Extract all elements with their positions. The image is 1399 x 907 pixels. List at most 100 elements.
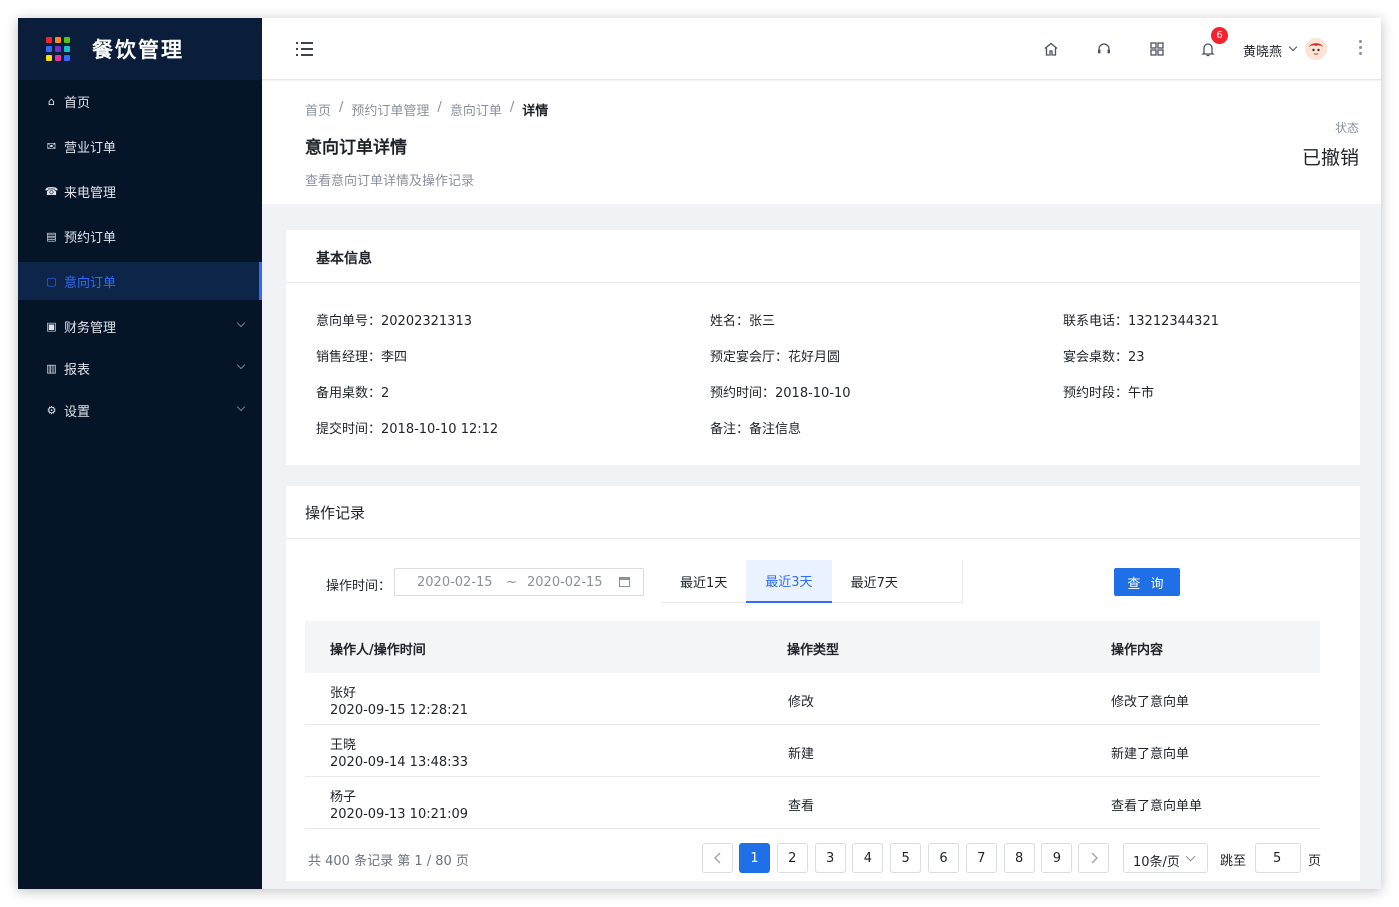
info-field: 提交时间：2018-10-10 12:12 xyxy=(316,418,498,437)
avatar[interactable] xyxy=(1305,38,1327,60)
jump-label: 跳至 xyxy=(1220,854,1247,869)
info-field-value: 2018-10-10 xyxy=(775,386,851,401)
headset-icon[interactable] xyxy=(1095,40,1113,58)
info-field-value: 张三 xyxy=(749,314,776,329)
info-field-label: 预定宴会厅： xyxy=(710,350,789,365)
menu-icon[interactable] xyxy=(296,42,313,56)
operation-time: 2020-09-13 10:21:09 xyxy=(330,807,469,822)
prev-page-button[interactable] xyxy=(702,843,733,873)
finance-icon: ▣ xyxy=(46,319,57,333)
gear-icon: ⚙ xyxy=(46,403,57,417)
tab-range-0[interactable]: 最近1天 xyxy=(661,560,746,603)
info-field: 姓名：张三 xyxy=(710,310,775,329)
chevron-down-icon xyxy=(236,402,246,412)
table-row[interactable]: 王晓 2020-09-14 13:48:33 新建 新建了意向单 xyxy=(305,725,1320,777)
table-row[interactable]: 杨子 2020-09-13 10:21:09 查看 查看了意向单单 xyxy=(305,777,1320,829)
app-logo-icon xyxy=(46,37,70,61)
chevron-down-icon xyxy=(1185,851,1196,862)
user-name[interactable]: 黄晓燕 xyxy=(1243,41,1282,60)
info-field: 宴会桌数：23 xyxy=(1063,346,1145,365)
sidebar-item-3[interactable]: ▤ 预约订单 xyxy=(18,217,262,255)
page-button[interactable]: 3 xyxy=(814,843,846,873)
home-icon[interactable] xyxy=(1042,40,1060,58)
page-button[interactable]: 8 xyxy=(1003,843,1035,873)
date-separator: ~ xyxy=(506,575,517,590)
sidebar-item-1[interactable]: ✉ 营业订单 xyxy=(18,127,262,165)
status-value: 已撤销 xyxy=(1301,147,1359,169)
info-field: 销售经理：李四 xyxy=(316,346,407,365)
breadcrumb: 首页 / 预约订单管理 / 意向订单 / 详情 xyxy=(305,100,548,119)
sidebar-item-6[interactable]: ▥ 报表 xyxy=(18,349,262,387)
operation-time: 2020-09-14 13:48:33 xyxy=(330,755,469,770)
tab-range-1[interactable]: 最近3天 xyxy=(746,560,832,603)
page-button[interactable]: 2 xyxy=(776,843,808,873)
page-unit-label: 页 xyxy=(1308,854,1322,869)
column-header-operator: 操作人/操作时间 xyxy=(330,643,426,658)
page-button[interactable]: 6 xyxy=(928,843,959,873)
breadcrumb-current: 详情 xyxy=(522,104,549,119)
home-icon: ⌂ xyxy=(48,94,55,108)
operation-content: 查看了意向单单 xyxy=(1111,799,1203,814)
more-icon[interactable] xyxy=(1358,40,1362,58)
chevron-down-icon xyxy=(236,318,246,328)
basic-info-title: 基本信息 xyxy=(316,251,372,267)
page-header: 首页 / 预约订单管理 / 意向订单 / 详情 意向订单详情 查看意向订单详情及… xyxy=(262,81,1381,204)
page-button[interactable]: 7 xyxy=(965,843,997,873)
operation-content: 新建了意向单 xyxy=(1111,747,1190,762)
date-from[interactable]: 2020-02-15 xyxy=(417,575,493,590)
info-field-label: 宴会桌数： xyxy=(1063,350,1129,365)
mail-icon: ✉ xyxy=(46,139,57,153)
query-button[interactable]: 查 询 xyxy=(1114,568,1180,596)
page-size-value: 10条/页 xyxy=(1133,855,1180,870)
info-field-value: 20202321313 xyxy=(381,314,472,329)
info-field: 预约时间：2018-10-10 xyxy=(710,382,851,401)
page-title: 意向订单详情 xyxy=(305,138,407,158)
calendar-icon[interactable] xyxy=(619,577,630,587)
breadcrumb-reservations[interactable]: 预约订单管理 xyxy=(351,100,429,119)
phone-icon: ☎ xyxy=(44,184,59,198)
info-field-label: 姓名： xyxy=(710,314,750,329)
sidebar-item-5[interactable]: ▣ 财务管理 xyxy=(18,307,262,345)
sidebar-item-7[interactable]: ⚙ 设置 xyxy=(18,391,262,429)
page-size-select[interactable]: 10条/页 xyxy=(1123,843,1208,873)
info-field: 备注：备注信息 xyxy=(710,418,801,437)
brand[interactable]: 餐饮管理 xyxy=(18,18,262,80)
sidebar-item-2[interactable]: ☎ 来电管理 xyxy=(18,172,262,210)
next-page-button[interactable] xyxy=(1078,843,1109,873)
operator-name: 杨子 xyxy=(330,790,357,805)
grid-icon[interactable] xyxy=(1148,40,1166,58)
operator-name: 张好 xyxy=(330,686,357,701)
page-description: 查看意向订单详情及操作记录 xyxy=(305,174,475,189)
date-range-picker[interactable]: 2020-02-15 ~ 2020-02-15 xyxy=(394,568,644,596)
topbar: 6 黄晓燕 xyxy=(262,18,1381,80)
info-field-value: 李四 xyxy=(381,350,408,365)
sidebar-item-0[interactable]: ⌂ 首页 xyxy=(18,82,262,120)
basic-info-card: 基本信息 意向单号：20202321313 姓名：张三 联系电话：132123443… xyxy=(286,230,1360,465)
logo-square xyxy=(46,55,52,61)
info-field-value: 2018-10-10 12:12 xyxy=(381,422,499,437)
operation-content: 修改了意向单 xyxy=(1111,695,1190,710)
info-field-label: 预约时段： xyxy=(1063,386,1129,401)
operation-type: 新建 xyxy=(788,747,815,762)
column-header-type: 操作类型 xyxy=(787,643,840,658)
page-button[interactable]: 5 xyxy=(890,843,922,873)
page-button[interactable]: 1 xyxy=(739,843,770,873)
operation-records-card: 操作记录 操作时间： 2020-02-15 ~ 2020-02-15 最近1天最… xyxy=(286,486,1360,881)
sidebar-item-4[interactable]: ▢ 意向订单 xyxy=(18,262,262,300)
table-row[interactable]: 张好 2020-09-15 12:28:21 修改 修改了意向单 xyxy=(305,673,1320,725)
notification-badge: 6 xyxy=(1211,27,1228,44)
chevron-down-icon[interactable] xyxy=(1288,42,1298,52)
divider xyxy=(286,538,1360,539)
tab-range-2[interactable]: 最近7天 xyxy=(832,560,917,603)
breadcrumb-home[interactable]: 首页 xyxy=(305,100,331,119)
chevron-down-icon xyxy=(236,360,246,370)
page-button[interactable]: 4 xyxy=(852,843,884,873)
jump-page-input[interactable]: 5 xyxy=(1255,843,1301,873)
calendar-icon: ▤ xyxy=(46,229,57,243)
breadcrumb-intent-orders[interactable]: 意向订单 xyxy=(450,100,502,119)
page-button[interactable]: 9 xyxy=(1041,843,1073,873)
info-field-label: 销售经理： xyxy=(316,350,382,365)
info-field: 预约时段：午市 xyxy=(1063,382,1154,401)
logo-square xyxy=(55,46,61,52)
date-to[interactable]: 2020-02-15 xyxy=(527,575,603,590)
